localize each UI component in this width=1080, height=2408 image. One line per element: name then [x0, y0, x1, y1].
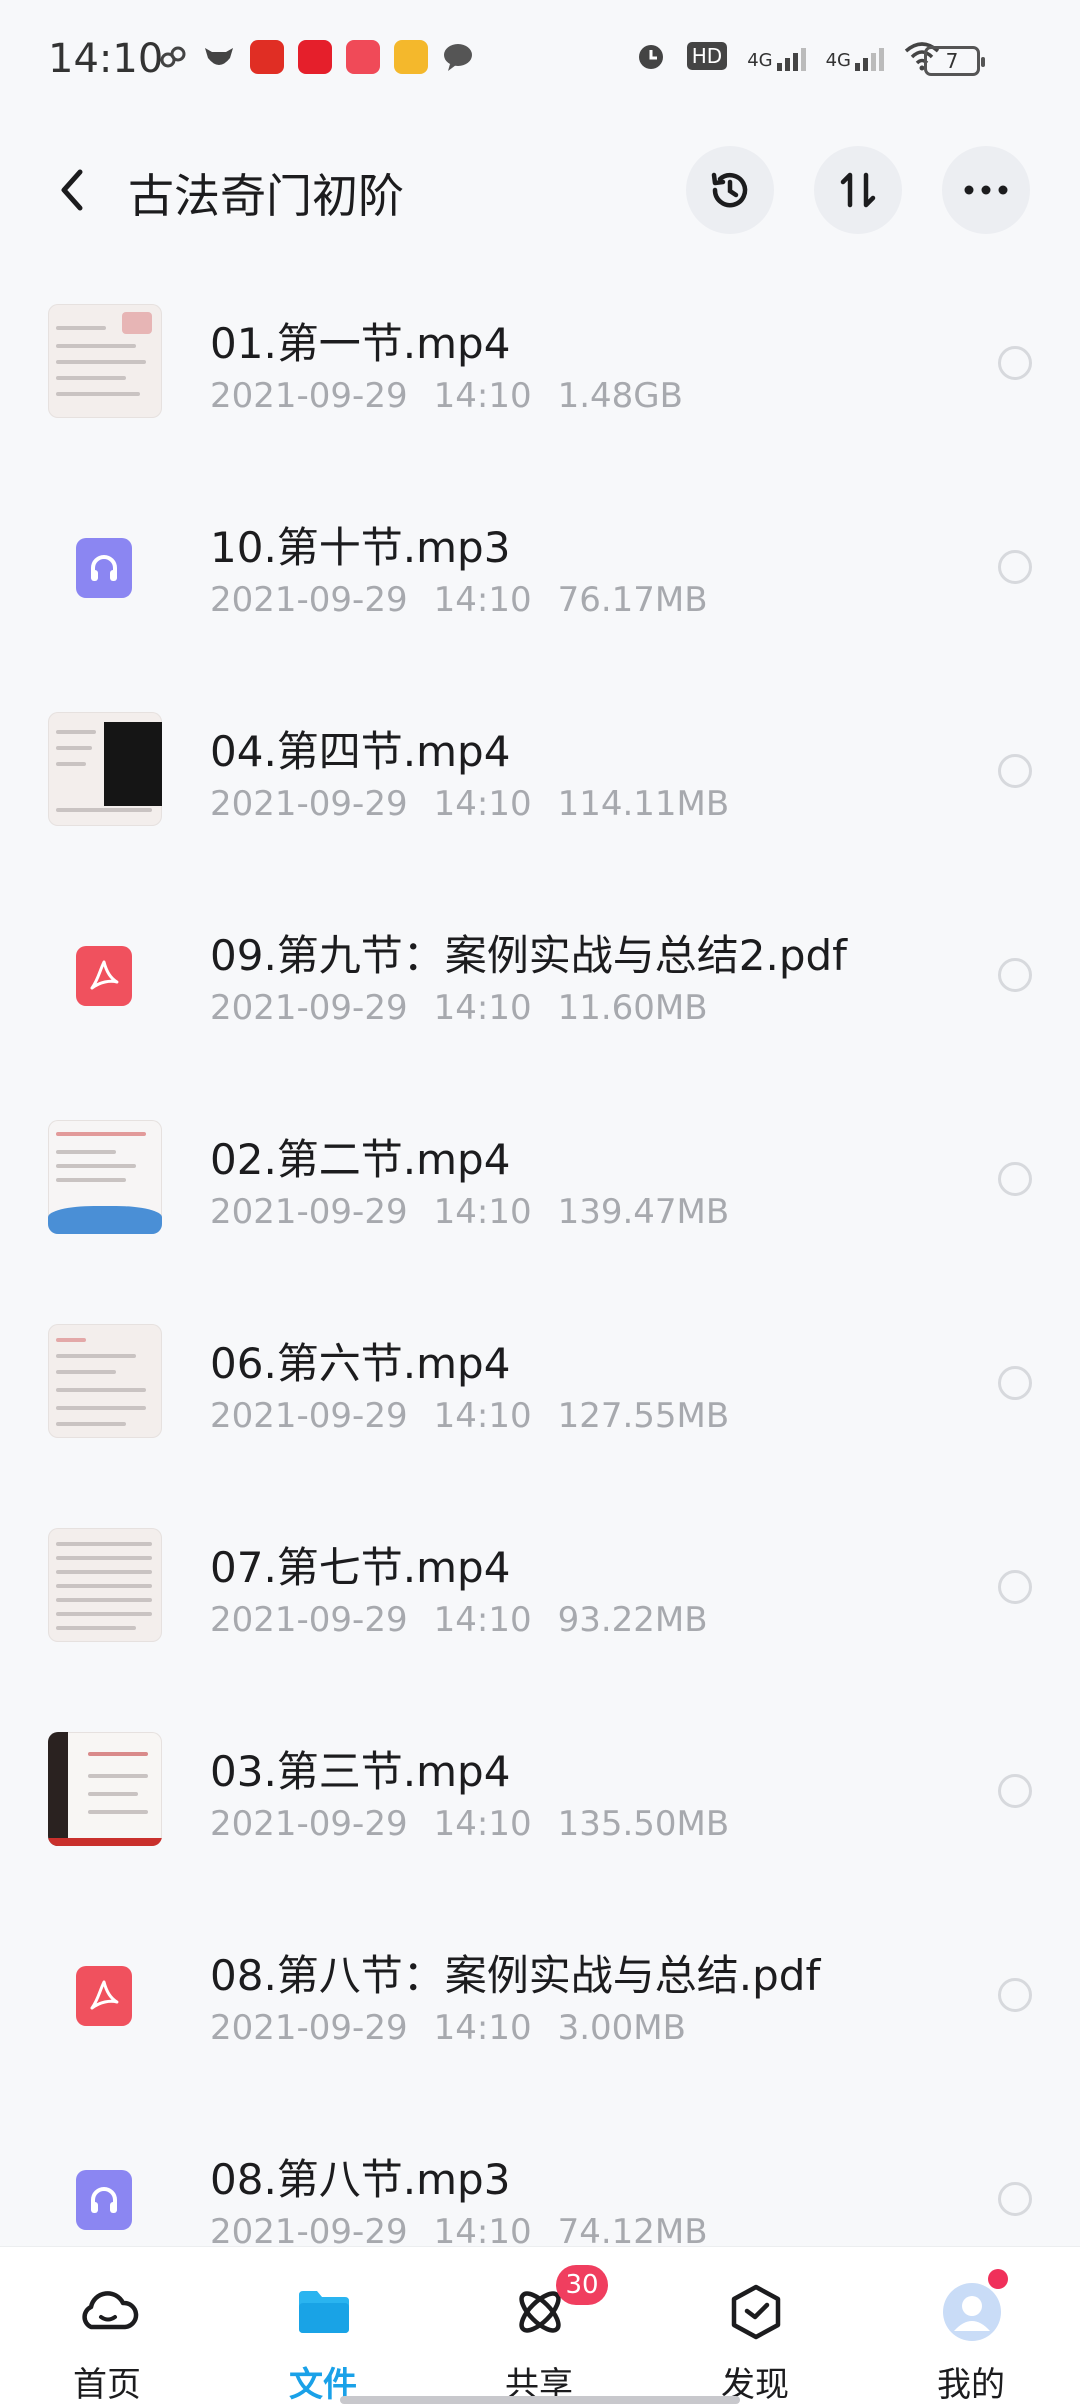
file-name: 07.第七节.mp4 — [210, 1543, 511, 1592]
back-button[interactable] — [48, 162, 98, 218]
select-radio[interactable] — [998, 1570, 1032, 1604]
video-thumbnail — [48, 1324, 162, 1438]
file-name: 08.第八节：案例实战与总结.pdf — [210, 1951, 821, 2000]
select-radio[interactable] — [998, 754, 1032, 788]
file-name: 10.第十节.mp3 — [210, 523, 511, 572]
file-row[interactable]: 10.第十节.mp3 2021-09-29 14:10 76.17MB — [0, 486, 1080, 690]
nav-label: 我的 — [937, 2365, 1005, 2405]
video-thumbnail — [48, 1528, 162, 1642]
file-row[interactable]: 03.第三节.mp4 2021-09-29 14:10 135.50MB — [0, 1710, 1080, 1914]
battery-icon: 7 — [924, 46, 985, 76]
bottom-navigation: 首页 文件 30 共享 发现 我的 — [0, 2246, 1080, 2408]
file-row[interactable]: 09.第九节：案例实战与总结2.pdf 2021-09-29 14:10 11.60… — [0, 894, 1080, 1098]
nav-item-share[interactable]: 30 共享 — [464, 2247, 614, 2408]
game-app-icon — [394, 40, 428, 74]
iqiyi-app-icon — [298, 40, 332, 74]
file-meta: 2021-09-29 14:10 76.17MB — [210, 580, 708, 620]
file-meta: 2021-09-29 14:10 135.50MB — [210, 1804, 730, 1844]
page-title: 古法奇门初阶 — [128, 169, 404, 223]
file-meta: 2021-09-29 14:10 139.47MB — [210, 1192, 730, 1232]
select-radio[interactable] — [998, 346, 1032, 380]
pinduoduo-app-icon — [250, 40, 284, 74]
folder-icon — [299, 2291, 349, 2333]
file-list: 01.第一节.mp4 2021-09-29 14:10 1.48GB 10.第十节.… — [0, 282, 1080, 2322]
status-bar: 14:10 HD 4G 4G 7 — [0, 0, 1080, 120]
share-count-badge: 30 — [556, 2265, 608, 2305]
file-name: 04.第四节.mp4 — [210, 727, 511, 776]
select-radio[interactable] — [998, 550, 1032, 584]
pdf-file-icon — [76, 1966, 132, 2026]
history-button[interactable] — [686, 146, 774, 234]
sort-arrows-icon — [840, 172, 876, 208]
file-name: 01.第一节.mp4 — [210, 319, 511, 368]
file-row[interactable]: 02.第二节.mp4 2021-09-29 14:10 139.47MB — [0, 1098, 1080, 1302]
audio-file-icon — [76, 2170, 132, 2230]
signal-strength-2-icon — [855, 41, 884, 71]
system-status-icons: HD 4G 4G — [635, 40, 940, 72]
file-row[interactable]: 01.第一节.mp4 2021-09-29 14:10 1.48GB — [0, 282, 1080, 486]
profile-avatar-icon — [943, 2283, 1001, 2341]
file-row[interactable]: 08.第八节：案例实战与总结.pdf 2021-09-29 14:10 3.00MB — [0, 1914, 1080, 2118]
shopping-app-icon — [346, 40, 380, 74]
pdf-file-icon — [76, 946, 132, 1006]
select-radio[interactable] — [998, 1162, 1032, 1196]
file-name: 02.第二节.mp4 — [210, 1135, 511, 1184]
notification-icons — [158, 40, 474, 74]
nav-item-profile[interactable]: 我的 — [896, 2247, 1046, 2408]
video-thumbnail — [48, 1120, 162, 1234]
chat-bubble-icon — [444, 44, 472, 71]
nav-item-home[interactable]: 首页 — [32, 2247, 182, 2408]
select-radio[interactable] — [998, 1978, 1032, 2012]
file-name: 06.第六节.mp4 — [210, 1339, 511, 1388]
video-thumbnail — [48, 1732, 162, 1846]
audio-file-icon — [76, 538, 132, 598]
network-type-1: 4G — [747, 50, 773, 71]
select-radio[interactable] — [998, 1774, 1032, 1808]
notification-dot — [988, 2269, 1008, 2289]
file-meta: 2021-09-29 14:10 93.22MB — [210, 1600, 708, 1640]
alarm-icon — [638, 45, 663, 69]
file-name: 03.第三节.mp4 — [210, 1747, 511, 1796]
nav-item-files[interactable]: 文件 — [248, 2247, 398, 2408]
video-thumbnail — [48, 304, 162, 418]
nav-label: 首页 — [73, 2365, 141, 2405]
select-radio[interactable] — [998, 2182, 1032, 2216]
signal-strength-1-icon — [776, 41, 806, 71]
select-radio[interactable] — [998, 958, 1032, 992]
sort-button[interactable] — [814, 146, 902, 234]
bull-app-icon — [205, 48, 233, 65]
hd-badge: HD — [686, 42, 728, 70]
file-row[interactable]: 07.第七节.mp4 2021-09-29 14:10 93.22MB — [0, 1506, 1080, 1710]
file-row[interactable]: 04.第四节.mp4 2021-09-29 14:10 114.11MB — [0, 690, 1080, 894]
file-meta: 2021-09-29 14:10 127.55MB — [210, 1396, 730, 1436]
status-time: 14:10 — [48, 36, 164, 82]
select-radio[interactable] — [998, 1366, 1032, 1400]
file-meta: 2021-09-29 14:10 3.00MB — [210, 2008, 686, 2048]
more-options-button[interactable] — [942, 146, 1030, 234]
nav-item-discover[interactable]: 发现 — [680, 2247, 830, 2408]
home-indicator[interactable] — [340, 2396, 740, 2404]
file-meta: 2021-09-29 14:10 114.11MB — [210, 784, 730, 824]
link-icon — [160, 46, 186, 68]
top-app-bar: 古法奇门初阶 — [0, 140, 1080, 240]
more-dots-icon — [964, 185, 1008, 195]
history-icon — [711, 172, 748, 208]
chevron-left-icon — [61, 169, 83, 211]
network-type-2: 4G — [825, 50, 851, 71]
file-name: 09.第九节：案例实战与总结2.pdf — [210, 931, 847, 980]
file-meta: 2021-09-29 14:10 11.60MB — [210, 988, 708, 1028]
file-name: 08.第八节.mp3 — [210, 2155, 511, 2204]
file-meta: 2021-09-29 14:10 1.48GB — [210, 376, 683, 416]
file-row[interactable]: 06.第六节.mp4 2021-09-29 14:10 127.55MB — [0, 1302, 1080, 1506]
video-thumbnail — [48, 712, 162, 826]
cloud-home-icon — [82, 2291, 139, 2330]
discover-icon — [731, 2284, 781, 2340]
